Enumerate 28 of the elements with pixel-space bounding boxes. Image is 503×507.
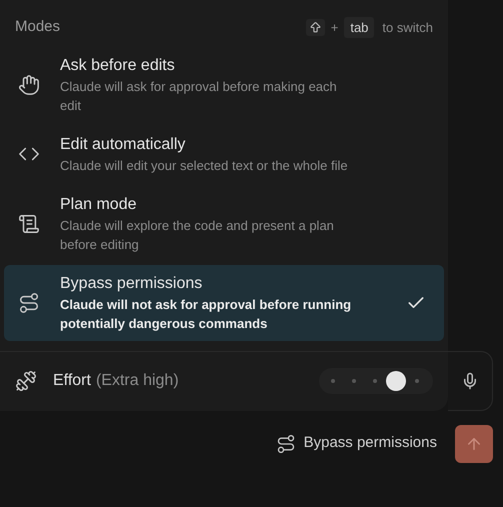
shortcut-hint: to switch xyxy=(382,18,433,36)
mode-description: Claude will not ask for approval before running potentially dangerous commands xyxy=(60,296,352,332)
send-button[interactable] xyxy=(455,424,493,462)
mode-title: Bypass permissions xyxy=(60,274,204,294)
tab-key: tab xyxy=(344,16,374,38)
shift-key-icon xyxy=(306,18,325,36)
mode-description: Claude will explore the code and present a plan before editing xyxy=(60,216,335,254)
panel-title: Modes xyxy=(15,17,60,37)
mode-title: Ask before edits xyxy=(60,56,176,76)
effort-slider[interactable] xyxy=(319,368,433,394)
dumbbell-icon xyxy=(15,370,37,392)
mode-description: Claude will edit your selected text or the whole file xyxy=(60,156,349,174)
mode-option[interactable]: Plan mode Claude will explore the code and present a plan before editing xyxy=(4,186,444,262)
mode-option[interactable]: Ask before edits Claude will ask for approval before making each edit xyxy=(4,46,444,122)
mode-option[interactable]: Edit automatically Claude will edit your selected text or the whole file xyxy=(4,126,444,182)
mode-description: Claude will ask for approval before making each edit xyxy=(60,78,338,114)
mode-title: Plan mode xyxy=(60,194,138,214)
slider-thumb[interactable] xyxy=(386,371,406,391)
plus-sign: + xyxy=(330,18,338,36)
mode-indicator[interactable]: Bypass permissions xyxy=(276,432,437,455)
mode-option[interactable]: Bypass permissions Claude will not ask for approval before running potentially dangerous commands xyxy=(4,264,444,340)
mode-title: Edit automatically xyxy=(60,134,186,154)
scroll-icon xyxy=(18,212,40,234)
effort-value: (Extra high) xyxy=(96,371,179,391)
effort-label: Effort xyxy=(53,371,91,391)
microphone-icon[interactable] xyxy=(461,372,479,390)
route-icon xyxy=(18,292,40,314)
hand-icon xyxy=(18,74,40,96)
